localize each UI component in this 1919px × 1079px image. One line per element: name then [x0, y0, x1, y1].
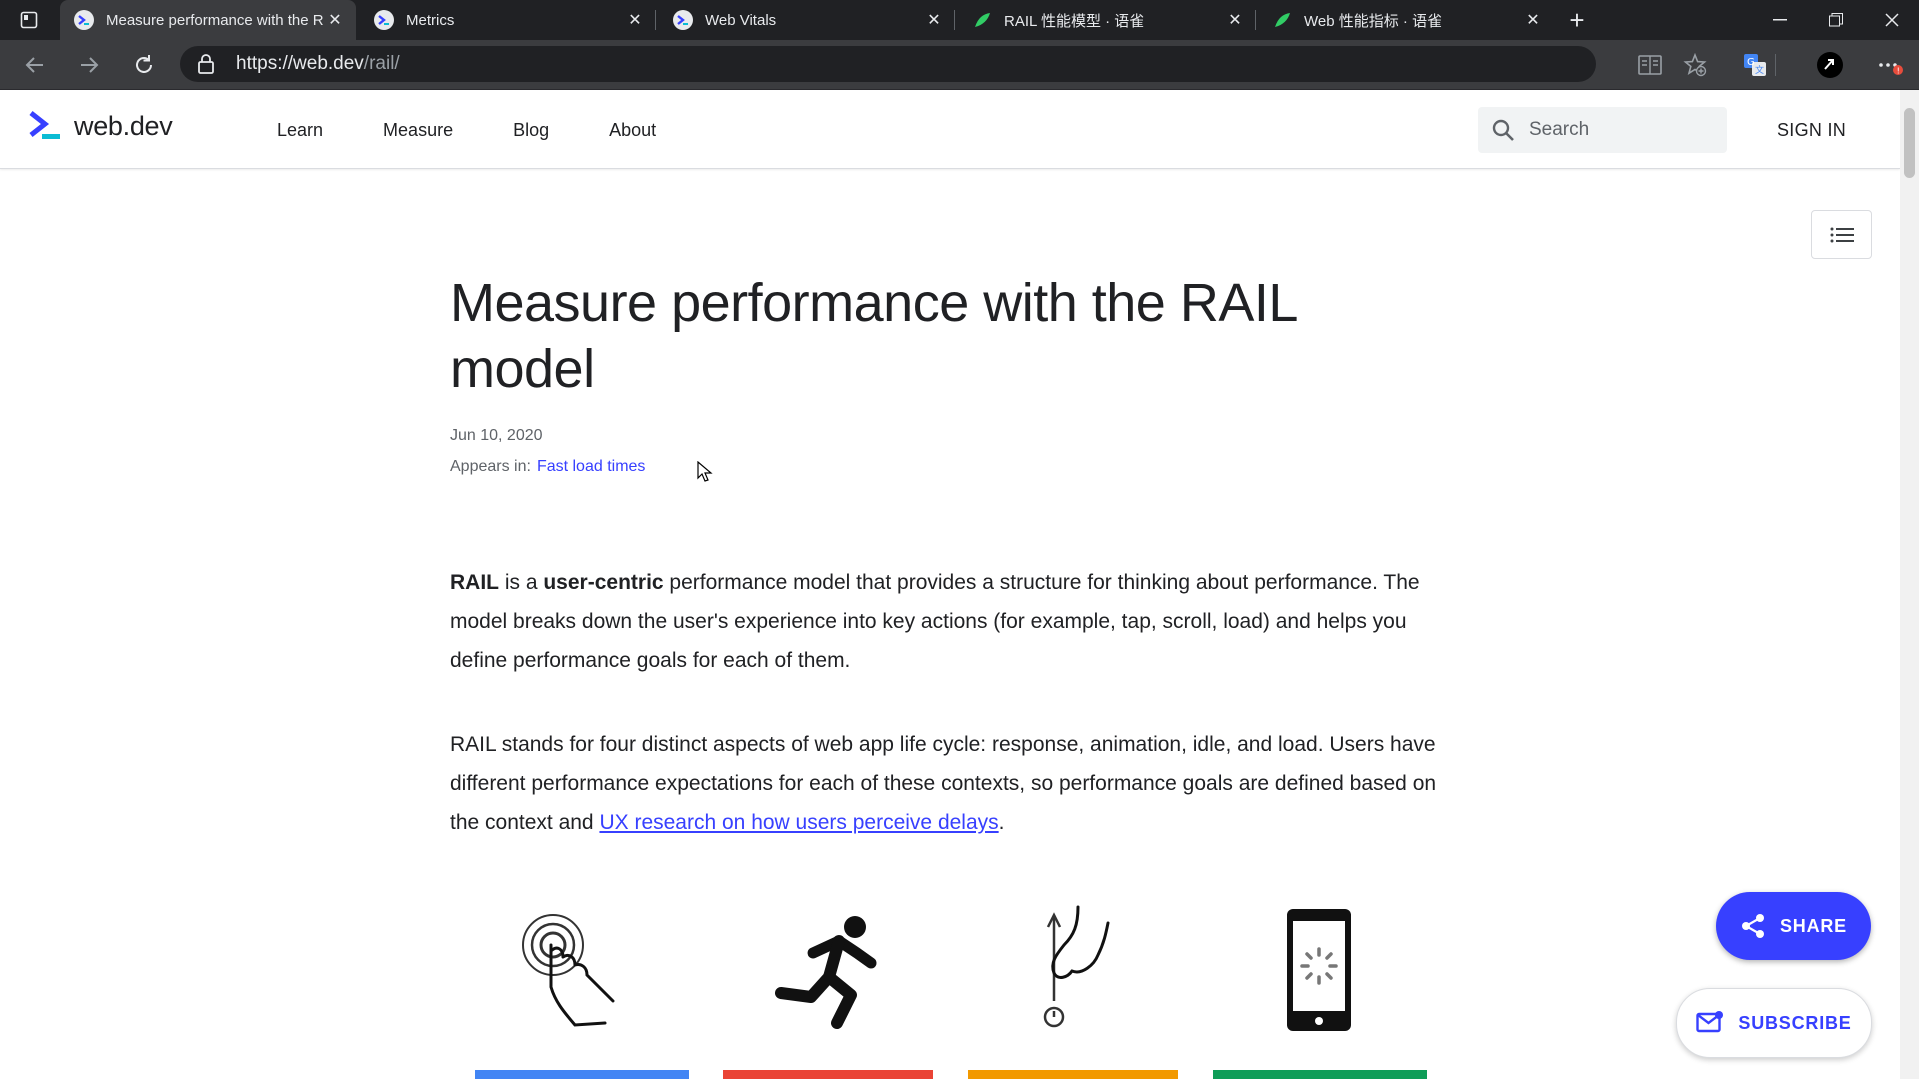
browser-tab-rail-yuque[interactable]: RAIL 性能模型 · 语雀 ✕: [958, 0, 1256, 40]
table-of-contents-button[interactable]: [1811, 210, 1872, 259]
running-animation-icon: [767, 905, 887, 1035]
close-tab-icon[interactable]: ✕: [1522, 9, 1544, 31]
tab-title: RAIL 性能模型 · 语雀: [1004, 12, 1145, 30]
intro-paragraph: RAIL is a user-centric performance model…: [450, 563, 1450, 680]
reader-view-icon[interactable]: [1636, 51, 1664, 79]
mail-icon: [1696, 1011, 1724, 1033]
back-button[interactable]: [20, 50, 50, 80]
article-date: Jun 10, 2020: [450, 427, 543, 444]
tab-title: Measure performance with the R: [106, 11, 324, 29]
url-bar[interactable]: https://web.dev/rail/: [180, 46, 1596, 82]
close-tab-icon[interactable]: ✕: [324, 9, 346, 31]
user-centric-strong: user-centric: [543, 571, 664, 594]
main-nav: Learn Measure Blog About: [277, 120, 716, 141]
more-menu-icon[interactable]: !: [1876, 51, 1904, 79]
share-label: SHARE: [1779, 915, 1847, 936]
tab-actions-icon[interactable]: [18, 9, 40, 31]
webdev-icon: [673, 10, 693, 30]
mouse-cursor-icon: [697, 461, 713, 482]
logo-text: web.dev: [74, 110, 173, 141]
animation-color-bar: [723, 1070, 933, 1079]
subscribe-label: SUBSCRIBE: [1738, 1012, 1852, 1033]
svg-text:G: G: [1747, 57, 1755, 68]
nav-blog[interactable]: Blog: [513, 120, 549, 141]
nav-about[interactable]: About: [609, 120, 656, 141]
search-icon: [1492, 119, 1514, 141]
subscribe-button[interactable]: SUBSCRIBE: [1676, 988, 1872, 1058]
page-title: Measure performance with the RAIL model: [450, 273, 1296, 399]
share-button[interactable]: SHARE: [1716, 892, 1871, 960]
load-color-bar: [1213, 1070, 1427, 1079]
add-favorite-icon[interactable]: [1681, 51, 1709, 79]
tab-separator: [655, 10, 656, 30]
url-path: /rail/: [363, 53, 400, 74]
site-header: web.dev Learn Measure Blog About Search …: [0, 90, 1900, 169]
tab-title: Web Vitals: [705, 11, 777, 29]
browser-tab-web-vitals[interactable]: Web Vitals ✕: [659, 0, 955, 40]
rail-strong: RAIL: [450, 571, 499, 594]
close-tab-icon[interactable]: ✕: [624, 9, 646, 31]
search-placeholder: Search: [1529, 119, 1590, 140]
tab-title: Web 性能指标 · 语雀: [1304, 12, 1443, 30]
appears-in-label: Appears in:: [450, 458, 531, 475]
close-tab-icon[interactable]: ✕: [1224, 9, 1246, 31]
webdev-logo[interactable]: web.dev: [28, 110, 173, 142]
rail-aspects-paragraph: RAIL stands for four distinct aspects of…: [450, 725, 1450, 842]
webdev-icon: [374, 10, 394, 30]
profile-avatar-icon[interactable]: [1816, 51, 1844, 79]
list-icon: [1830, 227, 1854, 242]
restore-button[interactable]: [1808, 0, 1864, 40]
tab-separator: [1255, 10, 1256, 30]
browser-tab-rail[interactable]: Measure performance with the R ✕: [60, 0, 356, 40]
appears-in-link[interactable]: Fast load times: [537, 458, 645, 475]
tab-title: Metrics: [406, 11, 455, 29]
address-toolbar: https://web.dev/rail/ G文 !: [0, 40, 1919, 90]
scrollbar-thumb[interactable]: [1904, 108, 1915, 178]
sign-in-button[interactable]: SIGN IN: [1777, 120, 1846, 141]
reload-button[interactable]: [129, 50, 159, 80]
search-input[interactable]: Search: [1478, 107, 1727, 153]
paragraph-text: is a: [499, 571, 544, 594]
url-host: https://web.dev: [236, 53, 364, 74]
browser-tab-metrics-yuque[interactable]: Web 性能指标 · 语雀 ✕: [1258, 0, 1554, 40]
close-window-button[interactable]: [1864, 0, 1919, 40]
browser-tab-bar: Measure performance with the R ✕ Metrics…: [0, 0, 1919, 40]
forward-button[interactable]: [74, 50, 104, 80]
svg-text:文: 文: [1755, 64, 1764, 76]
nav-learn[interactable]: Learn: [277, 120, 323, 141]
appears-in: Appears in: Fast load times: [450, 458, 645, 476]
nav-measure[interactable]: Measure: [383, 120, 453, 141]
yuque-icon: [972, 10, 992, 30]
new-tab-button[interactable]: +: [1563, 5, 1591, 35]
tap-response-icon: [513, 905, 633, 1035]
translate-icon[interactable]: G文: [1741, 51, 1769, 79]
ux-research-link[interactable]: UX research on how users perceive delays: [599, 811, 998, 834]
response-color-bar: [475, 1070, 689, 1079]
close-tab-icon[interactable]: ✕: [923, 9, 945, 31]
tab-separator: [954, 10, 955, 30]
lock-icon[interactable]: [198, 54, 220, 74]
idle-color-bar: [968, 1070, 1178, 1079]
article-header: Measure performance with the RAIL model: [450, 270, 1450, 402]
minimize-button[interactable]: [1752, 0, 1808, 40]
idle-hand-icon: [1012, 905, 1132, 1035]
yuque-icon: [1272, 10, 1292, 30]
browser-tab-metrics[interactable]: Metrics ✕: [360, 0, 656, 40]
toolbar-divider: [1775, 54, 1776, 76]
paragraph-text: .: [998, 811, 1005, 834]
page-scrollbar[interactable]: [1900, 90, 1919, 1079]
share-icon: [1741, 914, 1764, 938]
phone-load-icon: [1259, 905, 1379, 1035]
webdev-icon: [74, 10, 94, 30]
webdev-logo-icon: [29, 111, 60, 139]
svg-text:!: !: [1897, 67, 1900, 76]
